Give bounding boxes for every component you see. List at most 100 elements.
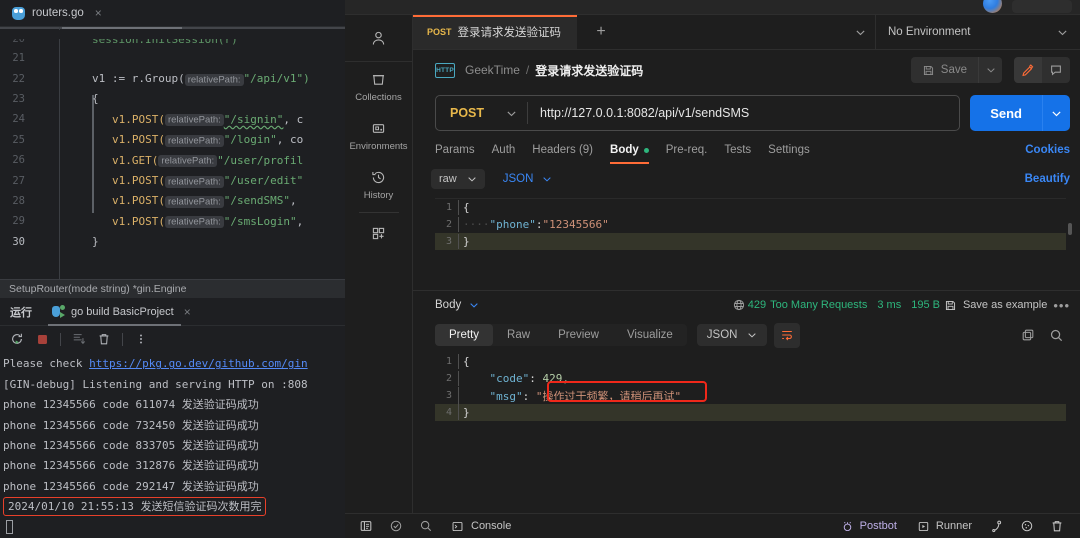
wrap-lines-icon[interactable]: [774, 322, 801, 348]
chevron-down-icon: [747, 330, 757, 340]
code-rows: 20 session.InitSession(r) 21 22 v1 := r.…: [0, 27, 345, 252]
new-tab-button[interactable]: +: [578, 15, 624, 49]
close-icon[interactable]: ×: [95, 7, 102, 19]
breadcrumb-collection[interactable]: GeekTime: [465, 63, 520, 77]
comment-icon[interactable]: [1042, 57, 1070, 83]
code-frag: ,: [290, 194, 297, 208]
editor-hscroll-top[interactable]: [0, 27, 345, 29]
tab-params[interactable]: Params: [435, 136, 475, 164]
tab-list-chevron-down-icon[interactable]: [845, 15, 875, 49]
environment-selector[interactable]: No Environment: [875, 15, 1080, 49]
sidebar-item-history[interactable]: History: [345, 160, 413, 209]
url-input-box[interactable]: POST http://127.0.0.1:8082/api/v1/sendSM…: [435, 95, 961, 131]
sidebar-item-new-workspace[interactable]: [345, 216, 413, 250]
request-body-line: 2 ····"phone":"12345566": [435, 216, 1066, 233]
console-button[interactable]: Console: [451, 520, 511, 533]
trash-icon[interactable]: [1044, 514, 1070, 538]
environment-label: No Environment: [888, 26, 971, 38]
check-circle-icon[interactable]: [383, 514, 409, 538]
search-icon[interactable]: [1042, 328, 1070, 343]
run-console-output[interactable]: Please check https://pkg.go.dev/github.c…: [0, 352, 345, 538]
response-format-selector[interactable]: JSON: [696, 324, 768, 346]
capture-icon[interactable]: [984, 514, 1010, 538]
run-tab-go-build[interactable]: go build BasicProject ×: [48, 298, 195, 326]
close-icon[interactable]: ×: [184, 306, 191, 318]
method-label: POST: [450, 106, 485, 120]
response-body-viewer[interactable]: 1 { 2 "code": 429, 3 "msg": "操作过于频繁，请稍后再…: [435, 353, 1066, 513]
sidebar-item-collections[interactable]: Collections: [345, 62, 413, 111]
console-link[interactable]: https://pkg.go.dev/github.com/gin: [89, 357, 308, 370]
file-tab-routers-go[interactable]: routers.go ×: [10, 0, 108, 27]
sidebar-item-environments[interactable]: Environments: [345, 111, 413, 160]
more-icon[interactable]: [130, 328, 152, 350]
cookies-icon[interactable]: [1014, 514, 1040, 538]
sidebar-toggle-icon[interactable]: [353, 514, 379, 538]
url-input[interactable]: http://127.0.0.1:8082/api/v1/sendSMS: [528, 106, 959, 120]
send-button[interactable]: Send: [970, 95, 1042, 131]
copy-icon[interactable]: [1014, 328, 1042, 342]
search-icon[interactable]: [413, 514, 439, 538]
response-more-icon[interactable]: •••: [1053, 298, 1070, 313]
beautify-link[interactable]: Beautify: [1025, 173, 1070, 185]
tab-auth[interactable]: Auth: [492, 136, 516, 164]
go-run-config-icon: [52, 305, 65, 319]
tab-preview[interactable]: Preview: [544, 324, 613, 346]
response-body-label: Body: [435, 299, 462, 311]
request-body-editor[interactable]: 1 { 2 ····"phone":"12345566" 3 }: [435, 198, 1072, 284]
code-editor[interactable]: 20 session.InitSession(r) 21 22 v1 := r.…: [0, 27, 345, 280]
response-body-selector[interactable]: Body: [435, 299, 479, 311]
code-line-29: 29 v1.POST(relativePath: "/smsLogin",: [0, 211, 345, 231]
tab-raw[interactable]: Raw: [493, 324, 544, 346]
tab-headers[interactable]: Headers (9): [532, 136, 593, 164]
body-modified-dot-icon: [643, 147, 649, 153]
titlebar-control-box[interactable]: [1012, 0, 1072, 13]
scroll-to-end-icon[interactable]: [68, 328, 90, 350]
tab-tests[interactable]: Tests: [724, 136, 751, 164]
tab-settings[interactable]: Settings: [768, 136, 810, 164]
code-text: v1.POST(relativePath: "/login", co: [34, 133, 303, 147]
chevron-down-icon: [506, 108, 517, 119]
postbot-button[interactable]: Postbot: [833, 520, 905, 533]
runner-button[interactable]: Runner: [909, 520, 980, 533]
breadcrumb-request-name[interactable]: 登录请求发送验证码: [535, 62, 643, 79]
code-text: {: [458, 200, 470, 215]
code-frag: , c: [283, 112, 304, 126]
chevron-down-icon: [467, 174, 477, 184]
postman-titlebar: [345, 0, 1080, 15]
breadcrumb-separator: /: [525, 63, 530, 77]
body-mode-selector[interactable]: raw: [431, 169, 485, 189]
tab-visualize[interactable]: Visualize: [613, 324, 687, 346]
json-key: "msg": [489, 389, 523, 403]
body-format-selector[interactable]: JSON: [503, 173, 553, 185]
response-meta: 429 Too Many Requests 3 ms 195 B: [748, 299, 940, 311]
code-frag: v1 := r.Group(: [92, 72, 185, 86]
save-options-chevron-down-icon[interactable]: [978, 57, 1002, 83]
method-selector[interactable]: POST: [436, 106, 527, 120]
trash-icon[interactable]: [93, 328, 115, 350]
collections-icon: [370, 71, 387, 88]
send-options-chevron-down-icon[interactable]: [1042, 95, 1070, 131]
code-frag: v1.GET(: [112, 153, 159, 167]
cookies-link[interactable]: Cookies: [1025, 144, 1070, 156]
tab-title-label: 登录请求发送验证码: [457, 27, 562, 39]
save-button[interactable]: Save: [911, 57, 978, 83]
sidebar-item-account[interactable]: [345, 21, 413, 61]
chevron-down-icon: [542, 174, 552, 184]
save-as-example-button[interactable]: Save as example: [944, 299, 1047, 312]
request-tab-active[interactable]: POST 登录请求发送验证码: [413, 15, 578, 49]
chevron-down-icon: [469, 300, 479, 310]
param-hint: relativePath:: [164, 114, 224, 127]
edit-pencil-icon[interactable]: [1014, 57, 1042, 83]
tab-pre-request[interactable]: Pre-req.: [666, 136, 708, 164]
user-avatar-icon[interactable]: [983, 0, 1002, 13]
line-number: 26: [12, 154, 25, 167]
tab-pretty[interactable]: Pretty: [435, 324, 494, 346]
tab-body[interactable]: Body: [610, 136, 649, 164]
stop-icon[interactable]: [31, 328, 53, 350]
console-line: phone 12345566 code 833705 发送验证码成功: [3, 439, 259, 453]
request-editor-scrollbar[interactable]: [1068, 223, 1072, 235]
code-line-23: 23 {: [0, 89, 345, 109]
code-frag: "/sendSMS": [223, 194, 291, 208]
request-body-line: 1 {: [435, 199, 1066, 216]
rerun-icon[interactable]: [6, 328, 28, 350]
